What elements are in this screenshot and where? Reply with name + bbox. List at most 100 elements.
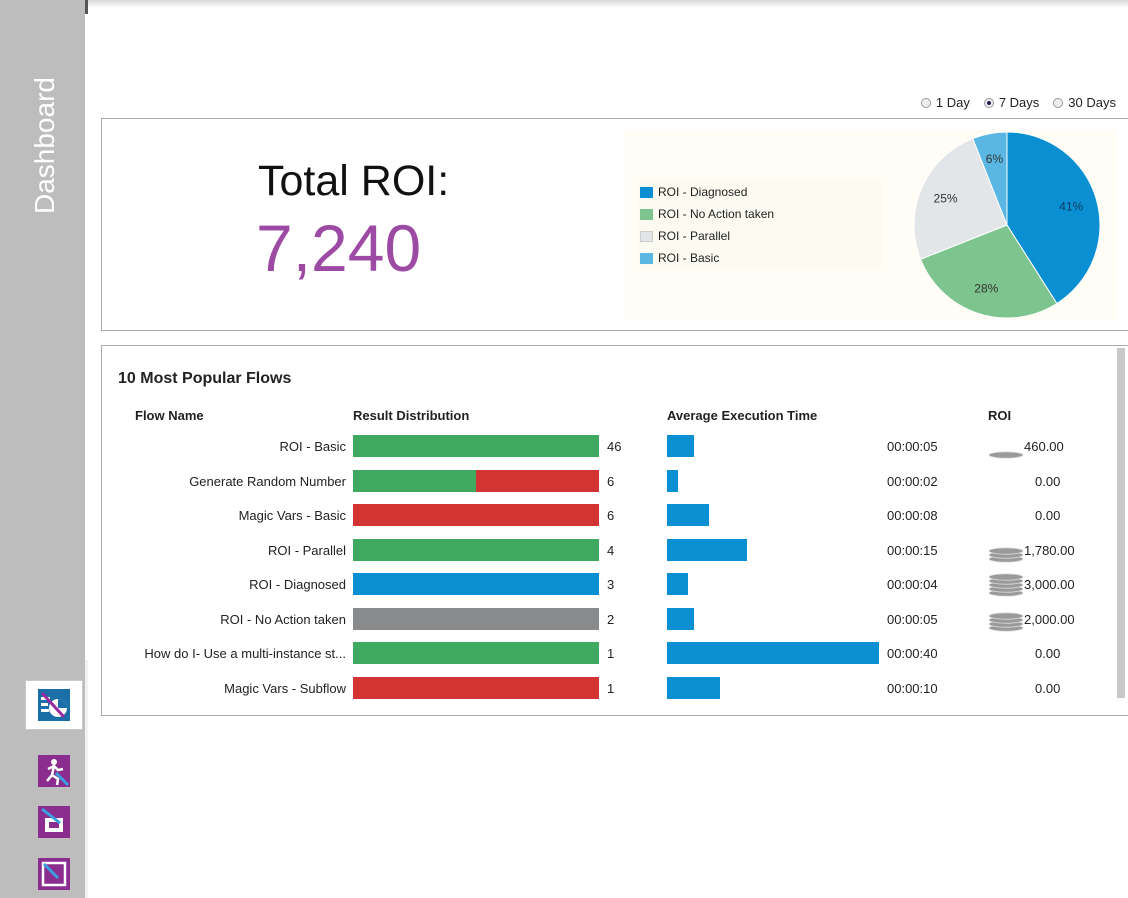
run-count: 2 [607,611,615,627]
execution-time: 00:00:02 [887,473,938,489]
result-bar-segment[interactable] [353,607,599,630]
result-bar-segment[interactable] [353,469,476,492]
radio-button[interactable] [1053,97,1064,108]
roi-coins [987,606,1025,637]
radio-button[interactable] [920,97,931,108]
execution-time-bar[interactable] [667,538,747,561]
execution-time-bar[interactable] [667,435,694,457]
execution-time-bar[interactable] [667,642,879,664]
result-bar-segment[interactable] [353,538,599,561]
flow-name-cell[interactable]: Generate Random Number [96,474,346,489]
execution-time: 00:00:05 [887,439,938,454]
sidebar-title: Dashboard [25,34,65,214]
range-option-label: 30 Days [1068,95,1116,110]
roi-value: 7,240 [256,211,422,285]
result-bar-segment[interactable] [353,504,599,526]
pie-legend: ROI - Diagnosed ROI - No Action taken ROI … [638,180,882,268]
dashboard-icon [38,689,70,721]
run-count: 3 [607,577,615,592]
content-nav-icon[interactable] [25,850,83,898]
roi-value-cell: 0.00 [1035,646,1061,661]
run-count: 6 [607,508,615,523]
flow-name-cell[interactable]: How do I- Use a multi-instance st... [96,646,346,661]
top-shadow [88,0,1128,8]
legend-label: ROI - Basic [658,251,720,265]
run-count: 1 [607,646,615,661]
legend-swatch [640,252,653,264]
execution-time-bar[interactable] [667,676,720,699]
flow-name-cell[interactable]: ROI - Basic [96,439,346,454]
roi-value-cell: 0.00 [1035,680,1061,696]
run-nav-icon[interactable] [25,746,83,796]
coin-stack-icon [988,546,1024,563]
pie-slice-label: 25% [934,191,958,205]
roi-coins [987,571,1025,602]
legend-label: ROI - Parallel [658,229,731,243]
range-option-30-days[interactable]: 30 Days [1053,95,1116,110]
header-result-distribution: Result Distribution [353,408,470,423]
flow-name-cell[interactable]: ROI - Diagnosed [96,577,346,592]
sidebar-title-text: Dashboard [29,77,60,214]
radio-button[interactable] [983,97,994,108]
legend-item: ROI - Parallel [638,225,882,247]
roi-value-cell: 3,000.00 [1024,577,1075,592]
execution-time: 00:00:05 [887,611,938,627]
execution-time: 00:00:04 [887,577,938,592]
run-count: 46 [607,439,622,454]
result-bar-segment[interactable] [353,573,599,595]
execution-time: 00:00:08 [887,508,938,523]
scheduler-icon [38,806,70,838]
execution-time: 00:00:40 [887,646,938,661]
flow-name-cell[interactable]: ROI - No Action taken [96,612,346,627]
coin-stack-icon [988,451,1024,459]
legend-label: ROI - Diagnosed [658,185,748,199]
coin-stack-icon [988,611,1024,632]
legend-label: ROI - No Action taken [658,207,775,221]
result-bar-segment[interactable] [353,642,599,664]
result-bar-segment[interactable] [476,469,599,492]
legend-item: ROI - No Action taken [638,203,882,225]
roi-value-cell: 2,000.00 [1024,611,1075,627]
sidebar-divider-lower [85,660,88,898]
range-option-1-day[interactable]: 1 Day [920,95,970,110]
run-count: 1 [607,680,615,696]
execution-time: 00:00:15 [887,542,938,558]
legend-swatch [640,230,653,242]
header-flow-name: Flow Name [135,408,204,423]
roi-coins [987,433,1025,464]
legend-item: ROI - Diagnosed [638,181,882,203]
range-option-label: 7 Days [998,95,1040,110]
execution-time-bar[interactable] [667,469,678,492]
result-bar-segment[interactable] [353,676,599,699]
pie-slice-label: 6% [986,152,1004,166]
scrollbar[interactable] [1117,348,1125,698]
pie-slice-label: 28% [974,282,998,296]
roi-pie-chart: 41% 28% 25% 6% [913,131,1101,319]
execution-time-bar[interactable] [667,504,709,526]
time-range-selector: 1 Day 7 Days 30 Days [920,95,1116,110]
legend-item: ROI - Basic [638,247,882,269]
roi-value-cell: 0.00 [1035,473,1061,489]
roi-coins [987,537,1025,568]
runner-icon [38,755,70,787]
header-roi: ROI [988,408,1012,423]
execution-time-bar[interactable] [667,607,694,630]
legend-swatch [640,186,653,198]
range-option-7-days[interactable]: 7 Days [983,95,1040,110]
roi-value-cell: 0.00 [1035,508,1061,523]
content-icon [38,858,70,890]
execution-time: 00:00:10 [887,680,938,696]
roi-value-cell: 460.00 [1024,439,1064,454]
flow-name-cell[interactable]: Magic Vars - Basic [96,508,346,523]
flow-name-cell[interactable]: ROI - Parallel [96,543,346,558]
result-bar-segment[interactable] [353,435,599,457]
dashboard-nav-icon[interactable] [25,680,83,730]
range-option-label: 1 Day [935,95,970,110]
flows-title: 10 Most Popular Flows [118,370,292,387]
legend-swatch [640,208,653,220]
scheduler-nav-icon[interactable] [25,797,83,847]
flow-name-cell[interactable]: Magic Vars - Subflow [96,681,346,696]
pie-slice-label: 41% [1059,199,1083,213]
execution-time-bar[interactable] [667,573,688,595]
roi-title: Total ROI: [258,157,450,205]
